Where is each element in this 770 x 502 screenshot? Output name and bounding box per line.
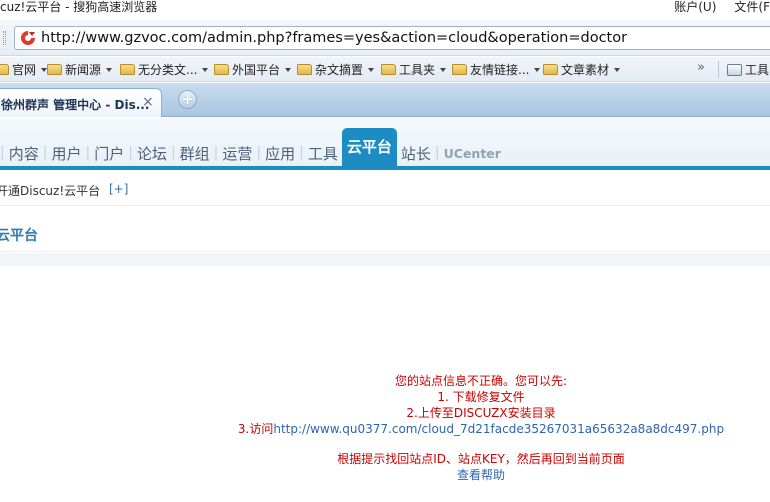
nav-item-operations[interactable]: 运营 <box>218 143 256 164</box>
folder-icon <box>297 64 312 75</box>
bookmark-label: 官网 <box>12 63 37 77</box>
error-message: 您的站点信息不正确。您可以先: 1. 下载修复文件 2.上传至DISCUZX安装… <box>186 373 770 483</box>
bookmark-label: 文章素材 <box>561 63 610 77</box>
address-toolbar: http://www.gzvoc.com/admin.php?frames=ye… <box>0 20 770 56</box>
bookmark-folder[interactable]: 杂文摘置 <box>297 61 375 78</box>
folder-icon <box>381 64 396 75</box>
menu-file[interactable]: 文件(F <box>734 0 770 14</box>
new-tab-button[interactable]: + <box>178 90 197 109</box>
chevron-down-icon <box>368 67 375 72</box>
nav-item-groups[interactable]: 群组 <box>176 143 214 164</box>
admin-nav: | 内容 | 用户 | 门户 | 论坛 | 群组 | 运营 | 应用 | 工具 … <box>0 118 770 170</box>
folder-icon <box>543 64 558 75</box>
tab-admin-center[interactable]: 徐州群声 管理中心 - Dis... × <box>0 88 162 117</box>
tools-label: 工具 <box>745 63 770 77</box>
breadcrumb: 开通Discuz!云平台 [+] <box>0 171 770 206</box>
nav-item-tools[interactable]: 工具 <box>304 143 342 164</box>
upload-step: 2.上传至DISCUZX安装目录 <box>406 406 556 420</box>
bookmark-folder[interactable]: 文章素材 <box>543 61 621 78</box>
nav-item-users[interactable]: 用户 <box>47 143 85 164</box>
address-url[interactable]: http://www.gzvoc.com/admin.php?frames=ye… <box>41 30 627 47</box>
nav-item-webmaster[interactable]: 站长 <box>397 143 435 164</box>
page-title: 云平台 <box>0 228 38 244</box>
chevron-down-icon <box>440 67 447 72</box>
address-bar[interactable]: http://www.gzvoc.com/admin.php?frames=ye… <box>14 26 770 50</box>
help-link[interactable]: 查看帮助 <box>186 467 770 483</box>
toolbar-grip[interactable] <box>3 31 6 45</box>
chevron-down-icon <box>614 67 621 72</box>
menu-account[interactable]: 账户(U) <box>674 0 716 14</box>
nav-item-apps[interactable]: 应用 <box>261 143 299 164</box>
section-divider <box>0 253 770 266</box>
bookmark-label: 新闻源 <box>65 63 102 77</box>
nav-item-forum[interactable]: 论坛 <box>133 143 171 164</box>
chevron-down-icon <box>285 67 292 72</box>
tab-title: 徐州群声 管理中心 - Dis... <box>1 98 150 112</box>
bookmark-label: 杂文摘置 <box>315 63 364 77</box>
chevron-down-icon <box>106 67 113 72</box>
error-line: 您的站点信息不正确。您可以先: <box>394 374 568 388</box>
download-fix-step[interactable]: 1. 下载修复文件 <box>186 389 770 405</box>
nav-item-ucenter[interactable]: UCenter <box>440 146 505 161</box>
bookmark-label: 外国平台 <box>232 63 281 77</box>
window-titlebar: cuz!云平台 - 搜狗高速浏览器 账户(U) 文件(F <box>0 0 770 18</box>
visit-prefix: 3.访问 <box>237 422 274 436</box>
bookmark-folder[interactable]: 新闻源 <box>47 61 113 78</box>
section-header: 云平台 <box>0 216 770 252</box>
bookmarks-more-icon[interactable]: » <box>697 60 705 75</box>
nav-item-portal[interactable]: 门户 <box>90 143 128 164</box>
folder-icon <box>120 64 135 75</box>
bookmark-folder[interactable]: 外国平台 <box>214 61 292 78</box>
tab-strip: 徐州群声 管理中心 - Dis... × + <box>0 83 770 117</box>
nav-item-cloud[interactable]: 云平台 <box>341 128 397 166</box>
bookmarks-bar: 官网 新闻源 无分类文... 外国平台 杂文摘置 工具夹 友情链接... 文章素… <box>0 57 770 82</box>
repair-url-link[interactable]: http://www.qu0377.com/cloud_7d21facde352… <box>273 422 724 436</box>
bookmark-folder[interactable]: 友情链接... <box>452 61 541 78</box>
visit-step: 3.访问http://www.qu0377.com/cloud_7d21facd… <box>186 421 770 437</box>
toolbar-divider <box>718 61 719 78</box>
chevron-down-icon <box>534 67 541 72</box>
folder-icon <box>452 64 467 75</box>
folder-icon <box>214 64 229 75</box>
admin-nav-items: | 内容 | 用户 | 门户 | 论坛 | 群组 | 运营 | 应用 | 工具 … <box>0 128 505 166</box>
close-icon[interactable]: × <box>142 94 154 110</box>
bookmark-label: 工具夹 <box>399 63 436 77</box>
window-title: cuz!云平台 - 搜狗高速浏览器 <box>0 0 158 14</box>
bookmark-folder[interactable]: 官网 <box>0 61 48 78</box>
folder-icon <box>0 64 9 75</box>
folder-icon <box>47 64 62 75</box>
bookmark-folder[interactable]: 无分类文... <box>120 61 209 78</box>
site-favicon-icon <box>21 31 35 45</box>
add-shortcut-button[interactable]: [+] <box>109 182 128 196</box>
bookmark-folder[interactable]: 工具夹 <box>381 61 447 78</box>
admin-nav-underline <box>0 166 770 170</box>
window-menus: 账户(U) 文件(F <box>674 0 770 14</box>
bookmark-label: 友情链接... <box>470 63 530 77</box>
breadcrumb-text: 开通Discuz!云平台 <box>0 184 101 198</box>
nav-item-content[interactable]: 内容 <box>5 143 43 164</box>
toolbox-icon <box>727 63 742 76</box>
bookmark-label: 无分类文... <box>138 63 198 77</box>
recover-instructions: 根据提示找回站点ID、站点KEY，然后再回到当前页面 <box>337 452 625 466</box>
tools-button[interactable]: 工具 <box>727 61 769 78</box>
chevron-down-icon <box>202 67 209 72</box>
